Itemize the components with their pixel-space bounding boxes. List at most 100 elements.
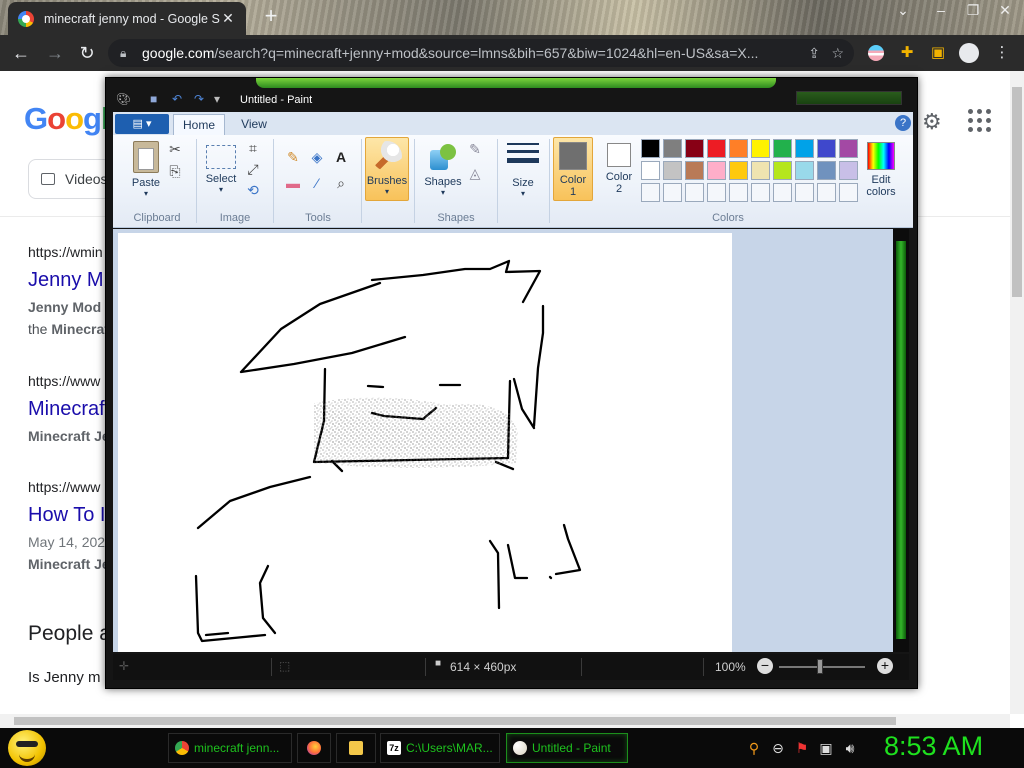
custom-color-slot[interactable] bbox=[729, 183, 748, 202]
menu-kebab-icon[interactable]: ⋮ bbox=[988, 39, 1016, 67]
palette-swatch[interactable] bbox=[707, 161, 726, 180]
paint-file-menu-button[interactable]: ▤ ▾ bbox=[115, 114, 169, 134]
color2-button[interactable]: Color 2 bbox=[599, 137, 639, 201]
bookmark-star-icon[interactable]: ☆ bbox=[831, 39, 844, 67]
extensions-puzzle-icon[interactable]: ✚ bbox=[893, 39, 921, 67]
palette-swatch[interactable] bbox=[839, 161, 858, 180]
size-button[interactable]: Size ▾ bbox=[503, 139, 543, 198]
taskbar-clock[interactable]: 8:53 AM bbox=[884, 731, 983, 762]
palette-swatch[interactable] bbox=[795, 139, 814, 158]
palette-swatch[interactable] bbox=[707, 139, 726, 158]
text-tool-icon[interactable]: A bbox=[331, 147, 351, 167]
settings-gear-icon[interactable]: ⚙ bbox=[922, 109, 942, 135]
google-logo[interactable]: Googl bbox=[24, 101, 110, 137]
search-tray-icon[interactable]: ⚲ bbox=[746, 740, 762, 756]
scrollbar-thumb[interactable] bbox=[896, 241, 906, 639]
drawing-canvas[interactable] bbox=[118, 233, 732, 652]
paint-window[interactable]: 🎨︎ ■ ↶ ↷ ▾ Untitled - Paint ▤ ▾ Home Vie… bbox=[105, 77, 918, 689]
zoom-slider-thumb[interactable] bbox=[817, 659, 823, 674]
taskbar-item-explorer[interactable] bbox=[336, 733, 376, 763]
scrollbar-thumb[interactable] bbox=[1012, 87, 1022, 297]
palette-swatch[interactable] bbox=[641, 139, 660, 158]
volume-icon[interactable]: 🔊︎ bbox=[842, 740, 858, 756]
palette-swatch[interactable] bbox=[773, 161, 792, 180]
pencil-icon[interactable]: ✎ bbox=[283, 147, 303, 167]
outline-icon[interactable]: ✎ bbox=[465, 139, 485, 159]
tab-view[interactable]: View bbox=[231, 114, 277, 135]
page-vertical-scrollbar[interactable] bbox=[1010, 71, 1024, 714]
undo-icon[interactable]: ↶ bbox=[172, 92, 182, 106]
result-title-link[interactable]: Minecraf bbox=[28, 398, 105, 421]
palette-swatch[interactable] bbox=[685, 139, 704, 158]
taskbar-item-7zip[interactable]: 7z C:\Users\MAR... bbox=[380, 733, 500, 763]
palette-swatch[interactable] bbox=[795, 161, 814, 180]
browser-tab[interactable]: minecraft jenny mod - Google Se ✕ bbox=[8, 2, 246, 35]
palette-swatch[interactable] bbox=[751, 139, 770, 158]
account-avatar[interactable] bbox=[955, 39, 983, 67]
eraser-icon[interactable]: ▬ bbox=[283, 173, 303, 193]
color-picker-icon[interactable]: ⁄ bbox=[307, 173, 327, 193]
redo-icon[interactable]: ↷ bbox=[194, 92, 204, 106]
resize-icon[interactable]: ⤢ bbox=[243, 159, 263, 179]
shapes-button[interactable]: Shapes ▾ bbox=[418, 139, 468, 197]
palette-swatch[interactable] bbox=[729, 139, 748, 158]
google-apps-grid-icon[interactable] bbox=[968, 109, 992, 133]
start-button[interactable] bbox=[8, 730, 46, 766]
custom-color-slot[interactable] bbox=[685, 183, 704, 202]
zoom-out-button[interactable]: − bbox=[757, 658, 773, 674]
tab-close-icon[interactable]: ✕ bbox=[220, 10, 236, 27]
new-tab-button[interactable]: + bbox=[259, 4, 283, 28]
scrollbar-thumb[interactable] bbox=[14, 717, 896, 725]
people-also-ask-question[interactable]: Is Jenny m bbox=[28, 669, 101, 686]
custom-color-slot[interactable] bbox=[773, 183, 792, 202]
palette-swatch[interactable] bbox=[751, 161, 770, 180]
custom-color-slot[interactable] bbox=[795, 183, 814, 202]
palette-swatch[interactable] bbox=[663, 161, 682, 180]
reload-icon[interactable]: ↻ bbox=[72, 38, 102, 68]
paint-window-buttons[interactable] bbox=[796, 91, 902, 105]
magnifier-icon[interactable]: ⌕ bbox=[331, 173, 351, 193]
palette-swatch[interactable] bbox=[817, 139, 836, 158]
fill-bucket-icon[interactable]: ◈ bbox=[307, 147, 327, 167]
color1-button[interactable]: Color 1 bbox=[553, 137, 593, 201]
result-title-link[interactable]: Jenny M bbox=[28, 269, 104, 292]
page-horizontal-scrollbar[interactable] bbox=[0, 714, 1010, 728]
palette-swatch[interactable] bbox=[663, 139, 682, 158]
edit-colors-button[interactable]: Edit colors bbox=[859, 139, 903, 198]
address-bar[interactable]: 🔒︎ google.com/search?q=minecraft+jenny+m… bbox=[108, 39, 854, 67]
restore-button[interactable]: ❐ bbox=[956, 0, 990, 22]
share-icon[interactable]: ⇪ bbox=[808, 39, 820, 67]
customize-quick-access-icon[interactable]: ▾ bbox=[214, 92, 220, 106]
action-center-flag-icon[interactable]: ⚑ bbox=[794, 740, 810, 756]
minimize-button[interactable]: – bbox=[924, 0, 958, 22]
custom-color-slot[interactable] bbox=[751, 183, 770, 202]
paint-app-icon[interactable]: 🎨︎ bbox=[116, 92, 131, 106]
sidebar-icon[interactable]: ▣ bbox=[924, 39, 952, 67]
rotate-icon[interactable]: ⟲ bbox=[243, 180, 263, 200]
palette-swatch[interactable] bbox=[641, 161, 660, 180]
custom-color-slot[interactable] bbox=[663, 183, 682, 202]
result-title-link[interactable]: How To I bbox=[28, 504, 105, 527]
palette-swatch[interactable] bbox=[773, 139, 792, 158]
chevron-down-icon[interactable]: ⌄ bbox=[886, 0, 920, 22]
palette-swatch[interactable] bbox=[685, 161, 704, 180]
profile-flag-icon[interactable] bbox=[862, 39, 890, 67]
brushes-button[interactable]: Brushes ▾ bbox=[365, 137, 409, 201]
palette-swatch[interactable] bbox=[839, 139, 858, 158]
crop-icon[interactable]: ⌗ bbox=[243, 138, 263, 158]
palette-swatch[interactable] bbox=[729, 161, 748, 180]
custom-color-slot[interactable] bbox=[817, 183, 836, 202]
paste-button[interactable]: Paste ▾ bbox=[121, 139, 171, 198]
save-icon[interactable]: ■ bbox=[150, 92, 157, 106]
custom-color-slot[interactable] bbox=[707, 183, 726, 202]
back-arrow-icon[interactable]: ← bbox=[6, 38, 36, 68]
select-button[interactable]: Select ▾ bbox=[199, 139, 243, 194]
close-window-button[interactable]: ✕ bbox=[988, 0, 1022, 22]
network-icon[interactable]: ▣ bbox=[818, 740, 834, 756]
canvas-vertical-scrollbar[interactable] bbox=[893, 229, 909, 652]
taskbar-item-paint[interactable]: Untitled - Paint bbox=[506, 733, 628, 763]
cut-icon[interactable]: ✂ bbox=[165, 139, 185, 159]
custom-color-slot[interactable] bbox=[839, 183, 858, 202]
copy-icon[interactable]: ⎘ bbox=[165, 161, 185, 181]
forward-arrow-icon[interactable]: → bbox=[40, 38, 70, 68]
